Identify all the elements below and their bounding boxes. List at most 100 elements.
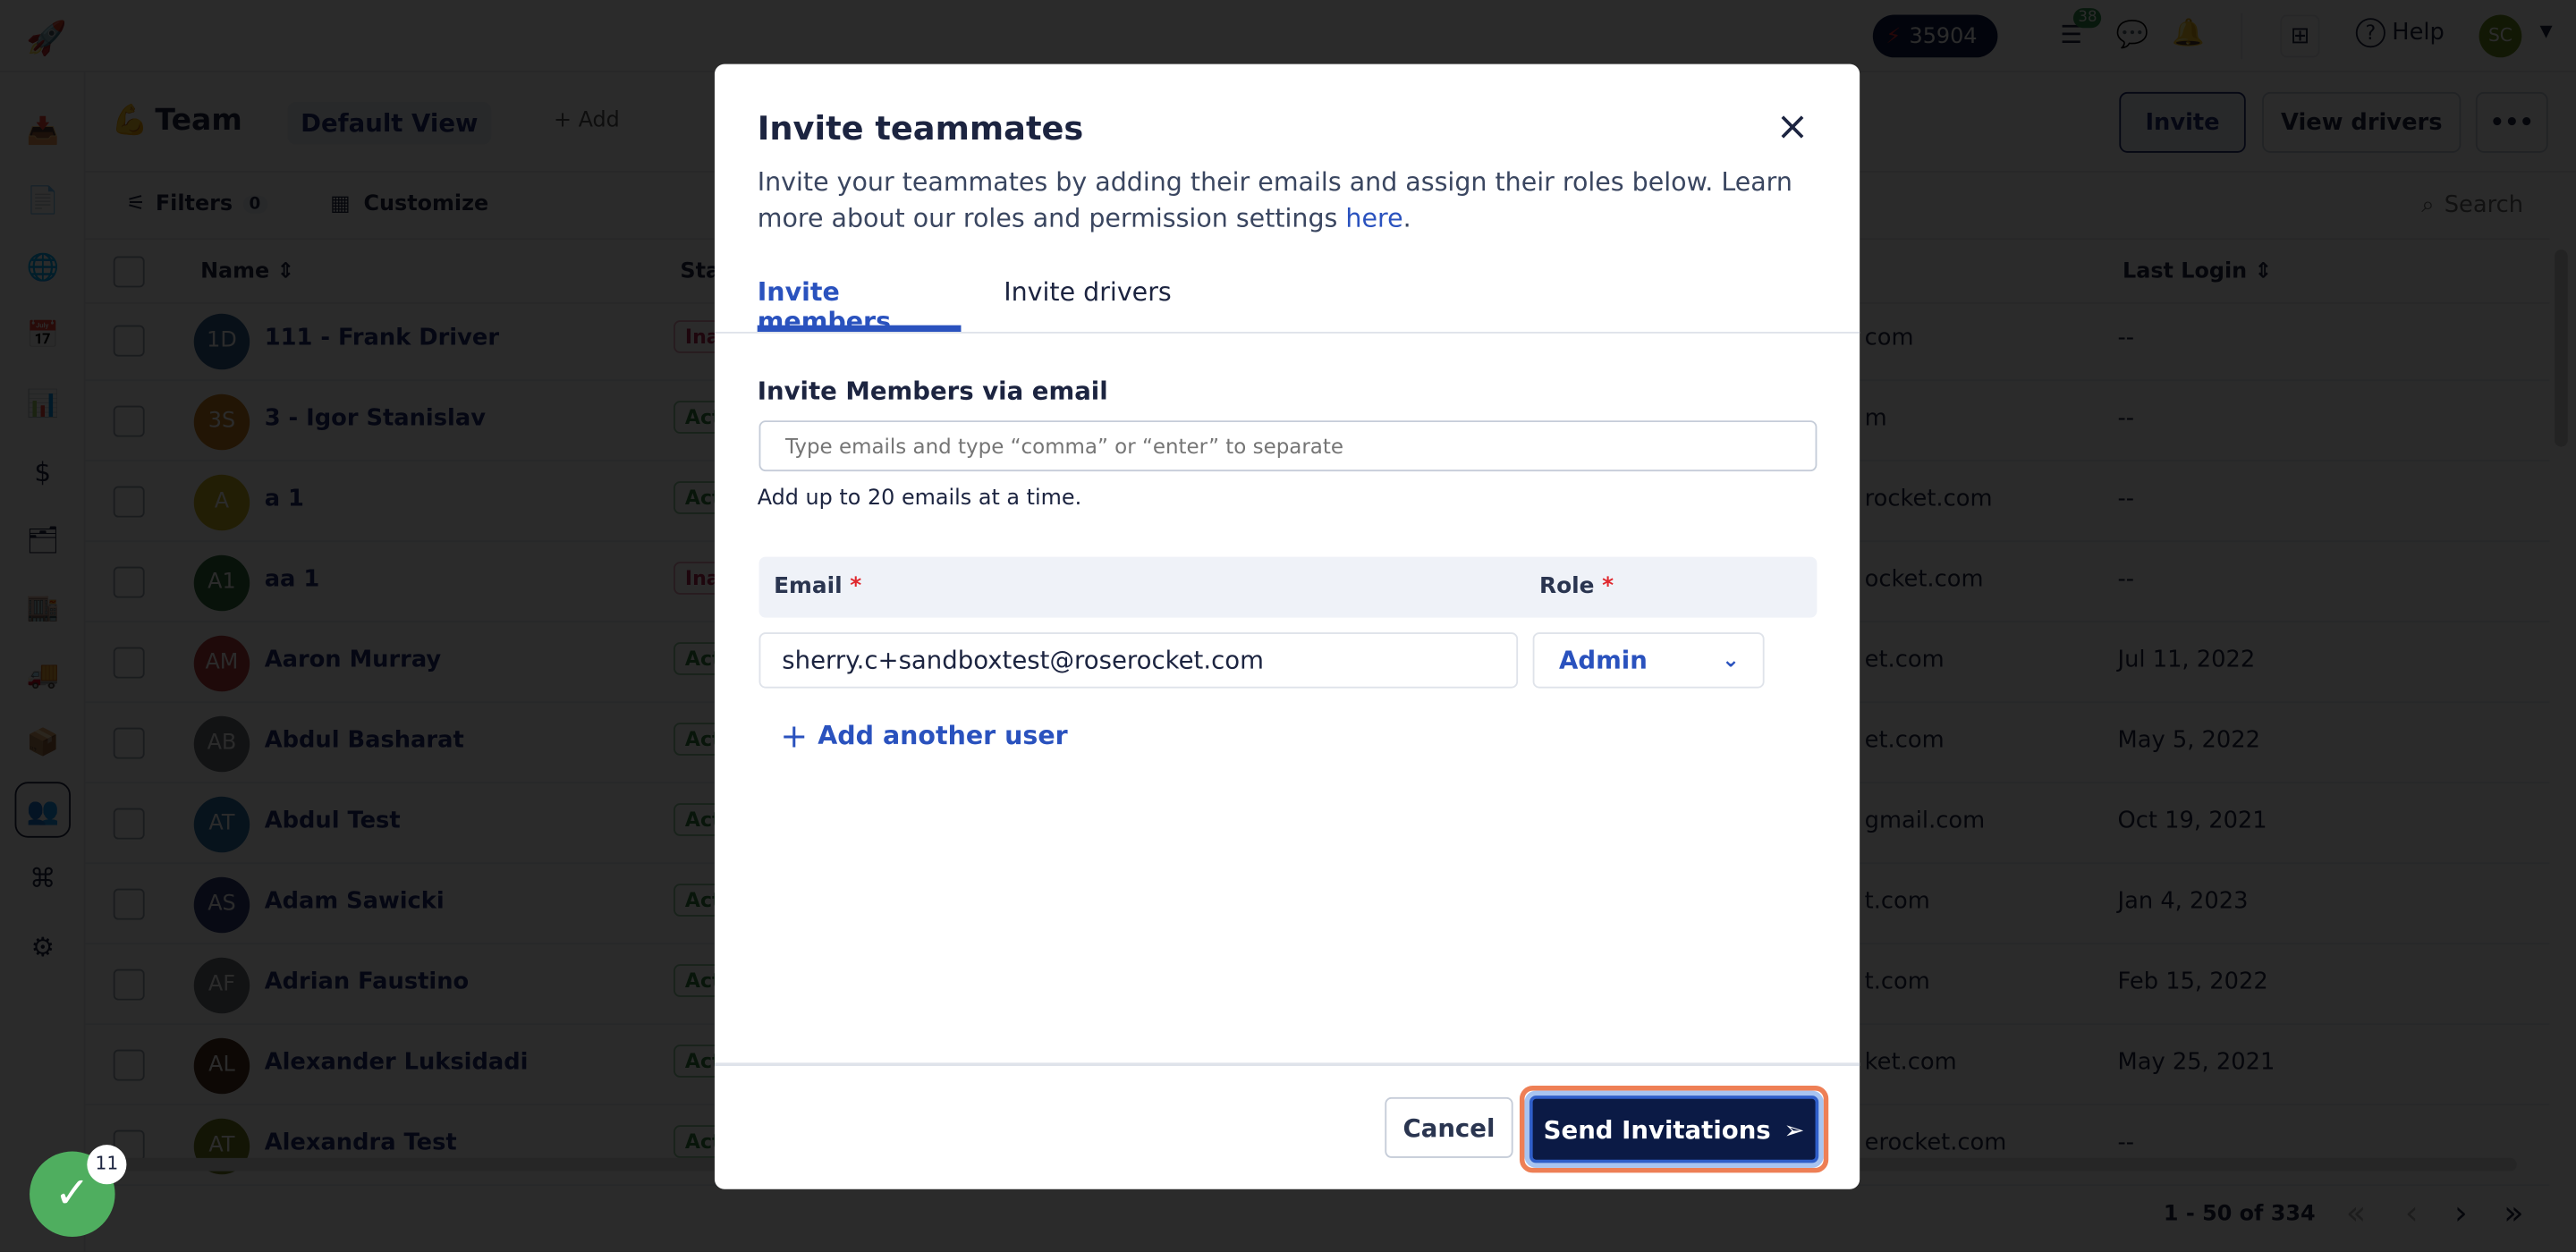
globe-icon[interactable]: 🌐 bbox=[26, 251, 59, 284]
package-icon[interactable]: 📦 bbox=[26, 726, 59, 759]
member-email: et.com bbox=[1864, 727, 1945, 755]
last-login: Oct 19, 2021 bbox=[2117, 808, 2267, 835]
row-checkbox[interactable] bbox=[113, 325, 145, 357]
chevron-down-icon: ⌄ bbox=[1722, 647, 1741, 673]
member-email: ket.com bbox=[1864, 1049, 1957, 1077]
role-column-label: Role * bbox=[1538, 573, 1614, 600]
calendar-icon[interactable]: 📅 bbox=[26, 318, 59, 351]
email-limit-hint: Add up to 20 emails at a time. bbox=[757, 486, 1082, 512]
tab-invite-drivers[interactable]: Invite drivers bbox=[1004, 277, 1172, 307]
section-title: Invite Members via email bbox=[757, 376, 1108, 406]
tabs-divider bbox=[714, 332, 1860, 334]
add-view-button[interactable]: + Add bbox=[554, 108, 620, 133]
row-checkbox[interactable] bbox=[113, 566, 145, 598]
role-select[interactable]: Admin ⌄ bbox=[1532, 632, 1765, 689]
avatar: A1 bbox=[193, 554, 250, 612]
send-invitations-button[interactable]: Send Invitations ➢ bbox=[1529, 1096, 1819, 1163]
row-checkbox[interactable] bbox=[113, 727, 145, 759]
team-icon[interactable]: 👥 bbox=[14, 782, 71, 838]
email-column-label: Email * bbox=[774, 573, 862, 600]
check-icon: ✓ bbox=[54, 1169, 90, 1219]
row-checkbox[interactable] bbox=[113, 1049, 145, 1081]
member-name[interactable]: 111 - Frank Driver bbox=[265, 326, 499, 351]
plus-icon: + bbox=[780, 715, 809, 756]
row-checkbox[interactable] bbox=[113, 405, 145, 437]
view-selector[interactable]: Default View bbox=[287, 101, 492, 145]
row-checkbox[interactable] bbox=[113, 808, 145, 840]
vertical-scrollbar[interactable] bbox=[2555, 250, 2568, 447]
reports-icon[interactable]: 📊 bbox=[26, 387, 59, 420]
bell-icon[interactable]: 🔔 bbox=[2172, 16, 2205, 47]
avatar: AF bbox=[193, 957, 250, 1014]
member-name[interactable]: a 1 bbox=[265, 486, 304, 512]
row-checkbox[interactable] bbox=[113, 888, 145, 920]
filters-button[interactable]: ⚟ Filters 0 bbox=[126, 191, 267, 217]
bolt-icon: ⚡ bbox=[1885, 23, 1902, 49]
credits-badge[interactable]: ⚡ 35904 bbox=[1872, 14, 1998, 58]
page-title: 💪 Team bbox=[111, 103, 242, 139]
member-name[interactable]: Abdul Basharat bbox=[265, 728, 464, 754]
warehouse-icon[interactable]: 🏬 bbox=[26, 591, 59, 624]
orders-icon[interactable]: 📄 bbox=[26, 184, 59, 217]
member-name[interactable]: 3 - Igor Stanislav bbox=[265, 406, 486, 432]
tasks-count-badge: 38 bbox=[2072, 8, 2102, 29]
emails-input[interactable] bbox=[758, 420, 1818, 472]
filters-count: 0 bbox=[242, 195, 267, 214]
row-checkbox[interactable] bbox=[113, 647, 145, 679]
cancel-button[interactable]: Cancel bbox=[1385, 1096, 1513, 1158]
toast-count-badge: 11 bbox=[87, 1145, 127, 1185]
inbox-icon[interactable]: 📥 bbox=[26, 115, 59, 148]
avatar: AM bbox=[193, 635, 250, 692]
member-name[interactable]: aa 1 bbox=[265, 567, 320, 593]
column-last-login[interactable]: Last Login ⇕ bbox=[2123, 259, 2272, 284]
last-page-button[interactable]: » bbox=[2504, 1192, 2523, 1231]
member-name[interactable]: Adam Sawicki bbox=[265, 889, 445, 915]
member-email-field[interactable] bbox=[758, 632, 1519, 689]
select-all-checkbox[interactable] bbox=[113, 256, 145, 288]
member-email: t.com bbox=[1864, 888, 1930, 916]
invite-button[interactable]: Invite bbox=[2119, 91, 2246, 153]
avatar: AB bbox=[193, 715, 250, 773]
first-page-button[interactable]: « bbox=[2346, 1192, 2366, 1231]
column-name[interactable]: Name ⇕ bbox=[200, 259, 294, 284]
last-login: -- bbox=[2117, 405, 2135, 433]
prev-page-button[interactable]: ‹ bbox=[2405, 1192, 2419, 1231]
member-name[interactable]: Adrian Faustino bbox=[265, 969, 470, 995]
member-name[interactable]: Aaron Murray bbox=[265, 647, 441, 673]
member-name[interactable]: Abdul Test bbox=[265, 808, 401, 834]
member-name[interactable]: Alexandra Test bbox=[265, 1130, 457, 1156]
next-page-button[interactable]: › bbox=[2454, 1192, 2468, 1231]
last-login: Jan 4, 2023 bbox=[2117, 888, 2249, 916]
member-name[interactable]: Alexander Luksidadi bbox=[265, 1050, 529, 1076]
add-another-user-button[interactable]: + Add another user bbox=[780, 716, 1067, 756]
customize-button[interactable]: ▦ Customize bbox=[330, 192, 488, 217]
network-icon[interactable]: ⌘ bbox=[26, 862, 59, 895]
member-email: erocket.com bbox=[1864, 1129, 2007, 1157]
avatar[interactable]: SC bbox=[2479, 14, 2522, 58]
help-button[interactable]: ? Help bbox=[2355, 18, 2445, 48]
row-checkbox[interactable] bbox=[113, 486, 145, 518]
chat-icon[interactable]: 💬 bbox=[2116, 18, 2149, 49]
modal-description: Invite your teammates by adding their em… bbox=[757, 167, 1792, 233]
settings-icon[interactable]: ⚙ bbox=[26, 931, 59, 964]
row-checkbox[interactable] bbox=[113, 969, 145, 1001]
avatar: 1D bbox=[193, 313, 250, 370]
billing-icon[interactable]: $ bbox=[26, 457, 59, 490]
search-button[interactable]: ⌕ Search bbox=[2421, 192, 2523, 218]
rocket-logo-icon[interactable]: 🚀 bbox=[26, 18, 67, 57]
view-drivers-button[interactable]: View drivers bbox=[2262, 91, 2462, 153]
search-icon: ⌕ bbox=[2421, 191, 2435, 219]
close-icon[interactable]: × bbox=[1775, 104, 1809, 149]
tab-invite-members[interactable]: Invite members bbox=[757, 277, 962, 337]
member-email: rocket.com bbox=[1864, 486, 1993, 513]
caret-down-icon[interactable]: ▼ bbox=[2540, 23, 2553, 41]
truck-icon[interactable]: 🚚 bbox=[26, 659, 59, 692]
learn-more-link[interactable]: here bbox=[1345, 204, 1402, 233]
documents-icon[interactable]: 🗂 bbox=[26, 524, 59, 557]
more-button[interactable]: ••• bbox=[2475, 91, 2548, 153]
last-login: Jul 11, 2022 bbox=[2117, 647, 2256, 674]
apps-grid-icon[interactable]: ⊞ bbox=[2280, 14, 2320, 58]
app: 🚀 ⚡ 35904 ☰ 38 💬 🔔 ⊞ ? Help SC ▼ 📥 📄 🌐 📅 … bbox=[0, 0, 2576, 1252]
paper-plane-icon: ➢ bbox=[1784, 1114, 1805, 1145]
sliders-icon: ⚟ bbox=[126, 191, 146, 217]
